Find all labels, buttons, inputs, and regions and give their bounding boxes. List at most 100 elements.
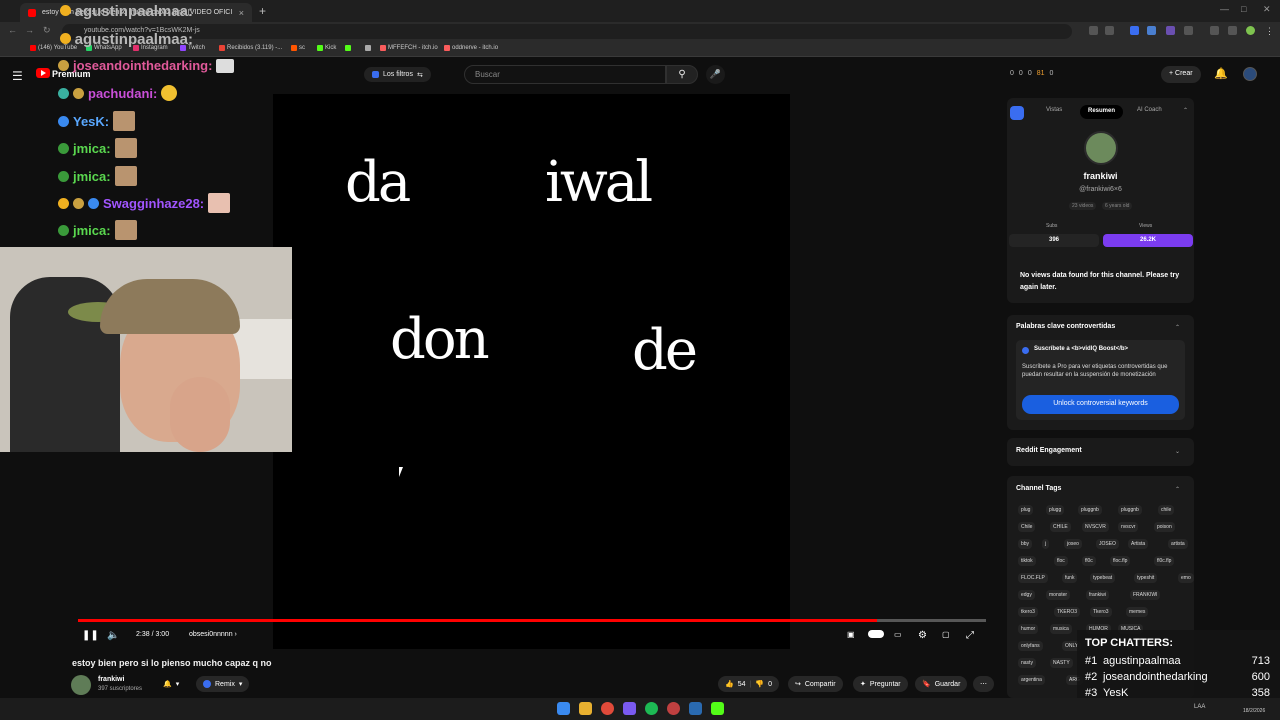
reload-icon[interactable]: ↻: [43, 25, 51, 36]
channel-tag[interactable]: pluggnb: [1078, 505, 1102, 515]
extension-icon[interactable]: [1166, 26, 1175, 35]
extension-icon[interactable]: [1089, 26, 1098, 35]
panel-tab-views[interactable]: Vistas: [1046, 107, 1062, 113]
channel-tag[interactable]: tiktok: [1018, 556, 1036, 566]
file-explorer-icon[interactable]: [579, 702, 592, 715]
bookmark-sc[interactable]: sc: [291, 45, 305, 51]
channel-tag[interactable]: nvscvr: [1118, 522, 1139, 532]
channel-tag[interactable]: monster: [1046, 590, 1071, 600]
clock-date[interactable]: 18/2/2026: [1243, 708, 1265, 714]
channel-tag[interactable]: FLOC.FLP: [1018, 573, 1048, 583]
profile-avatar[interactable]: [1246, 26, 1255, 35]
minimize-icon[interactable]: —: [1220, 4, 1229, 14]
youtube-logo-icon[interactable]: [36, 68, 50, 78]
channel-tag[interactable]: NASTY: [1050, 658, 1073, 668]
star-icon[interactable]: [1105, 26, 1114, 35]
language-indicator[interactable]: LAA: [1194, 704, 1205, 710]
channel-tag[interactable]: Chile: [1018, 522, 1036, 532]
channel-tag[interactable]: tkero3: [1018, 607, 1038, 617]
account-avatar[interactable]: [1243, 67, 1257, 81]
channel-tag[interactable]: humor: [1018, 624, 1039, 634]
forward-icon[interactable]: →: [25, 25, 34, 35]
close-tab-icon[interactable]: ×: [239, 8, 244, 18]
more-actions-button[interactable]: ⋯: [973, 676, 994, 692]
like-button[interactable]: 👍 54 | 👎 0: [718, 676, 779, 692]
menu-icon[interactable]: ⋮: [1265, 26, 1274, 36]
channel-tag[interactable]: edgy: [1018, 590, 1035, 600]
kick-icon[interactable]: [711, 702, 724, 715]
panel-tab-summary[interactable]: Resumen: [1080, 105, 1124, 119]
extension-icon[interactable]: [1130, 26, 1139, 35]
channel-tag[interactable]: floc: [1054, 556, 1068, 566]
channel-tag[interactable]: fl0c.flp: [1154, 556, 1175, 566]
subtitles-icon[interactable]: ▭: [894, 630, 902, 639]
back-icon[interactable]: ←: [8, 25, 17, 35]
subscribe-bell-button[interactable]: 🔔 ▾: [156, 676, 186, 692]
settings-gear-icon[interactable]: ⚙: [918, 630, 927, 641]
ask-button[interactable]: ✦ Preguntar: [853, 676, 908, 692]
channel-tag[interactable]: poison: [1154, 522, 1175, 532]
channel-tag[interactable]: fl0c: [1082, 556, 1096, 566]
channel-tag[interactable]: pluggnb: [1118, 505, 1142, 515]
steam-icon[interactable]: [689, 702, 702, 715]
share-button[interactable]: ↪ Compartir: [788, 676, 843, 692]
unlock-keywords-button[interactable]: Unlock controversial keywords: [1022, 395, 1179, 414]
fullscreen-icon[interactable]: ⤢: [966, 630, 974, 641]
vidiq-player-icon[interactable]: ▣: [847, 630, 855, 639]
channel-tag[interactable]: nasty: [1018, 658, 1036, 668]
chapter-button[interactable]: obsesi0nnnnn ›: [189, 631, 237, 638]
channel-tag[interactable]: emo: [1178, 573, 1194, 583]
create-button[interactable]: + Crear: [1161, 66, 1201, 83]
filters-button[interactable]: Los filtros ⇆: [364, 67, 431, 82]
channel-tag[interactable]: plugg: [1046, 505, 1065, 515]
bookmark-itch-oddnerve[interactable]: oddnerve - itch.io: [444, 45, 498, 51]
autoplay-toggle[interactable]: [868, 630, 884, 641]
notifications-bell-icon[interactable]: 🔔: [1214, 67, 1228, 80]
new-tab-icon[interactable]: +: [259, 4, 266, 18]
channel-tag[interactable]: frankiwi: [1086, 590, 1109, 600]
channel-tag[interactable]: bby: [1018, 539, 1033, 549]
download-icon[interactable]: [1210, 26, 1219, 35]
channel-tag[interactable]: CHILE: [1050, 522, 1071, 532]
discord-icon[interactable]: [623, 702, 636, 715]
miniplayer-icon[interactable]: ▢: [942, 630, 950, 639]
channel-tag[interactable]: joseo: [1064, 539, 1082, 549]
keywords-card-title[interactable]: Palabras clave controvertidas: [1016, 323, 1115, 330]
collapse-chevron-icon[interactable]: ⌃: [1183, 107, 1188, 114]
channel-tag[interactable]: TKERO3: [1054, 607, 1081, 617]
volume-icon[interactable]: 🔈: [107, 630, 119, 641]
voice-search-button[interactable]: 🎤: [706, 65, 725, 84]
panel-tab-ai-coach[interactable]: AI Coach: [1137, 107, 1162, 113]
bookmark-kick-2[interactable]: [345, 45, 351, 51]
search-input[interactable]: Buscar: [464, 65, 666, 84]
channel-avatar[interactable]: [71, 675, 91, 695]
channel-tag[interactable]: JOSEO: [1096, 539, 1119, 549]
extension-icon[interactable]: [1147, 26, 1156, 35]
channel-tags-title[interactable]: Channel Tags: [1016, 485, 1061, 492]
app-icon[interactable]: [667, 702, 680, 715]
maximize-icon[interactable]: □: [1241, 4, 1246, 14]
bookmark-gmail[interactable]: Recibidos (3.119) -...: [219, 45, 282, 51]
vidiq-stats[interactable]: 0 0 0 81 0: [1010, 70, 1053, 77]
channel-tag[interactable]: musica: [1050, 624, 1072, 634]
chevron-down-icon[interactable]: ⌄: [1175, 448, 1180, 455]
menu-hamburger-icon[interactable]: ☰: [12, 69, 23, 83]
search-button[interactable]: ⚲: [666, 65, 698, 84]
channel-tag[interactable]: j: [1042, 539, 1050, 549]
chevron-up-icon[interactable]: ⌃: [1175, 486, 1180, 493]
channel-tag[interactable]: funk: [1062, 573, 1078, 583]
bookmark-kick[interactable]: Kick: [317, 45, 336, 51]
windows-start-icon[interactable]: [557, 702, 570, 715]
channel-tag[interactable]: Tkero3: [1090, 607, 1112, 617]
sidebar-icon[interactable]: [1228, 26, 1237, 35]
channel-tag[interactable]: chile: [1158, 505, 1175, 515]
channel-tag[interactable]: NVSCVR: [1082, 522, 1109, 532]
spotify-icon[interactable]: [645, 702, 658, 715]
channel-tag[interactable]: artista: [1168, 539, 1188, 549]
channel-tag[interactable]: onlyfans: [1018, 641, 1043, 651]
channel-tag[interactable]: FRANKIWI: [1130, 590, 1161, 600]
remix-button[interactable]: Remix ▾: [196, 676, 250, 692]
channel-tag[interactable]: floc.flp: [1110, 556, 1131, 566]
channel-tag[interactable]: typeshit: [1134, 573, 1158, 583]
channel-name[interactable]: frankiwi: [98, 676, 124, 683]
